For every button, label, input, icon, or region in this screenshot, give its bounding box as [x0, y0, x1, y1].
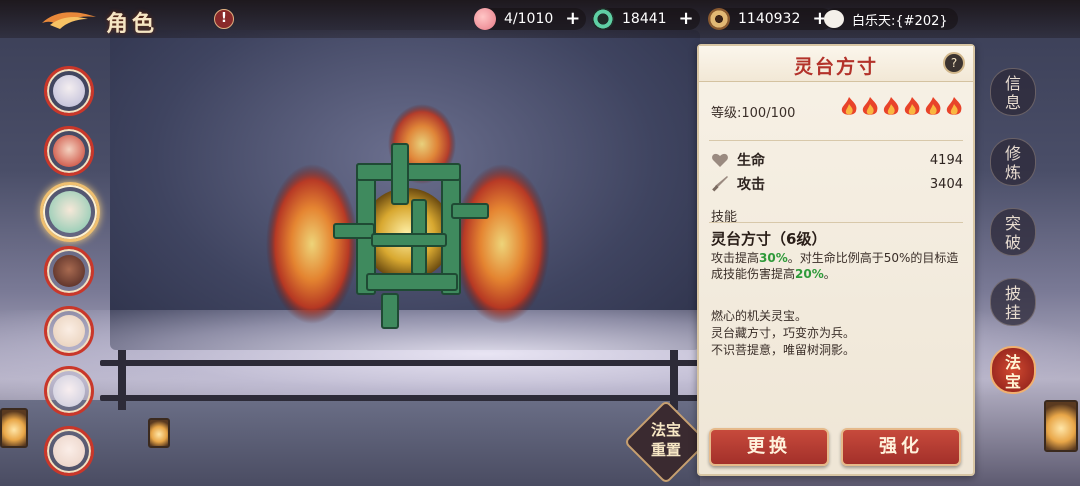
resource-coin: 1140932 + [708, 8, 834, 30]
back-button[interactable] [40, 4, 98, 36]
background-floor [0, 400, 700, 486]
flame-star-icon [944, 96, 964, 118]
enhance-button[interactable]: 强化 [841, 428, 961, 466]
tab-artifact[interactable]: 法宝 [990, 346, 1036, 394]
flame-star-icon [902, 96, 922, 118]
skill-name: 灵台方寸（6级） [711, 230, 827, 248]
railing-post [670, 350, 678, 410]
artifact-level: 等级:100/100 [711, 106, 796, 121]
page-title: 角色 [106, 11, 159, 37]
character-avatar[interactable] [44, 66, 94, 116]
peach-icon [474, 8, 496, 30]
tab-breakthrough[interactable]: 突破 [990, 208, 1036, 256]
flame-star-icon [839, 96, 859, 118]
lantern-right [1044, 400, 1078, 452]
railing-post [118, 350, 126, 410]
character-avatar[interactable] [44, 126, 94, 176]
stat-attack: 攻击 3404 [711, 174, 963, 194]
lantern-small [148, 418, 170, 448]
alert-badge[interactable]: ! [214, 9, 234, 29]
character-avatar[interactable] [44, 366, 94, 416]
add-jade-button[interactable]: + [679, 10, 694, 28]
tab-equip[interactable]: 披挂 [990, 278, 1036, 326]
background-railing [100, 360, 700, 366]
info-icon[interactable]: ? [943, 52, 965, 74]
lore-line: 灵台藏方寸，巧变亦为兵。 [711, 326, 856, 340]
tab-info[interactable]: 信息 [990, 68, 1036, 116]
stat-hp: 生命 4194 [711, 150, 963, 170]
stat-attack-value: 3404 [929, 176, 963, 192]
star-rating [839, 96, 964, 118]
flame-star-icon [860, 96, 880, 118]
flame-star-icon [923, 96, 943, 118]
chat-preview[interactable]: 白乐天:{#202} [824, 8, 958, 30]
artifact-lore: 燃心的机关灵宝。 灵台藏方寸，巧变亦为兵。 不识菩提意，唯留树洞影。 [711, 308, 965, 359]
lore-line: 燃心的机关灵宝。 [711, 309, 808, 323]
add-peach-button[interactable]: + [565, 10, 580, 28]
divider [709, 140, 963, 141]
peach-value: 4/1010 [504, 11, 554, 27]
panel-header: 灵台方寸 ? [699, 46, 973, 82]
character-avatar[interactable] [44, 246, 94, 296]
coin-value: 1140932 [738, 11, 801, 27]
lore-line: 不识菩提意，唯留树洞影。 [711, 343, 856, 357]
chat-bubble-icon [824, 10, 844, 28]
stat-hp-label: 生命 [737, 153, 765, 169]
divider [709, 222, 963, 223]
coin-icon [708, 8, 730, 30]
character-avatar[interactable] [44, 306, 94, 356]
artifact-illustration [262, 104, 552, 344]
flame-star-icon [881, 96, 901, 118]
artifact-info-panel: 灵台方寸 ? 等级:100/100 生命 4194 攻击 3404 技能 灵台方… [697, 44, 975, 476]
replace-button[interactable]: 更换 [709, 428, 829, 466]
artifact-name: 灵台方寸 [793, 56, 878, 78]
jade-value: 18441 [622, 11, 667, 27]
lantern-left [0, 408, 28, 448]
stat-attack-label: 攻击 [737, 177, 765, 193]
background-railing-lower [100, 395, 700, 401]
jade-ring-icon [592, 8, 614, 30]
artifact-reset-label: 法宝 重置 [650, 421, 681, 459]
flame-emblem-icon [40, 7, 98, 33]
resource-peach: 4/1010 + [474, 8, 587, 30]
resource-jade: 18441 + [592, 8, 700, 30]
tab-cultivate[interactable]: 修炼 [990, 138, 1036, 186]
heart-icon [711, 151, 729, 169]
chat-preview-text: 白乐天:{#202} [852, 13, 948, 29]
sword-icon [711, 175, 729, 193]
character-avatar-selected[interactable] [40, 182, 100, 242]
character-avatar[interactable] [44, 426, 94, 476]
stat-hp-value: 4194 [929, 152, 963, 168]
skill-description: 攻击提高30%。对生命比例高于50%的目标造成技能伤害提高20%。 [711, 251, 959, 281]
